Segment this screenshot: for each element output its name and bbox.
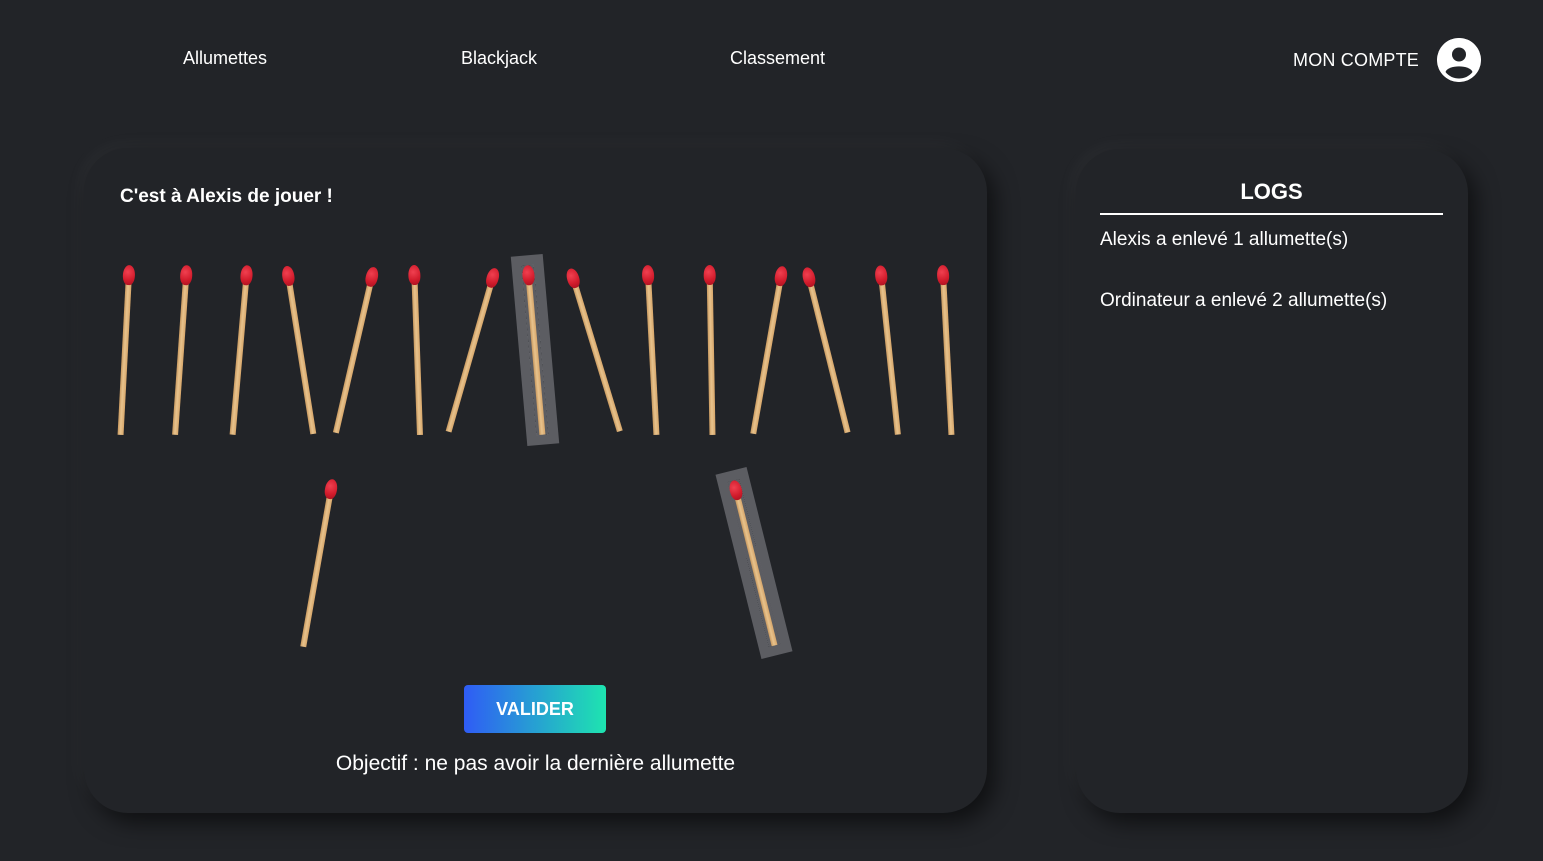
- user-avatar-icon[interactable]: [1437, 38, 1481, 82]
- match[interactable]: [115, 264, 136, 436]
- nav-link-blackjack[interactable]: Blackjack: [461, 48, 537, 69]
- match[interactable]: [874, 264, 904, 435]
- nav-link-allumettes[interactable]: Allumettes: [183, 48, 267, 69]
- objective-text: Objectif : ne pas avoir la dernière allu…: [335, 752, 736, 775]
- match[interactable]: [169, 264, 193, 436]
- logs-title: LOGS: [1100, 179, 1443, 215]
- match[interactable]: [330, 265, 380, 434]
- match[interactable]: [297, 478, 339, 648]
- match[interactable]: [408, 264, 426, 436]
- logs-panel: LOGS Alexis a enlevé 1 allumette(s) Ordi…: [1076, 149, 1468, 813]
- account-label: MON COMPTE: [1293, 49, 1419, 70]
- match-selected[interactable]: [727, 479, 781, 647]
- game-panel: C'est à Alexis de jouer ! VALIDER Object…: [84, 148, 987, 813]
- match[interactable]: [280, 265, 319, 435]
- log-entry: Alexis a enlevé 1 allumette(s): [1100, 229, 1349, 250]
- account-menu[interactable]: MON COMPTE: [1293, 38, 1481, 82]
- match[interactable]: [443, 266, 502, 434]
- match[interactable]: [747, 265, 789, 435]
- match[interactable]: [703, 264, 719, 436]
- match-selected[interactable]: [521, 264, 549, 436]
- match[interactable]: [564, 266, 625, 433]
- match[interactable]: [936, 264, 958, 436]
- match[interactable]: [227, 264, 254, 435]
- match[interactable]: [641, 264, 663, 436]
- validate-button[interactable]: VALIDER: [464, 685, 606, 733]
- nav-link-classement[interactable]: Classement: [730, 48, 825, 69]
- match[interactable]: [800, 266, 854, 434]
- log-entry: Ordinateur a enlevé 2 allumette(s): [1100, 290, 1388, 311]
